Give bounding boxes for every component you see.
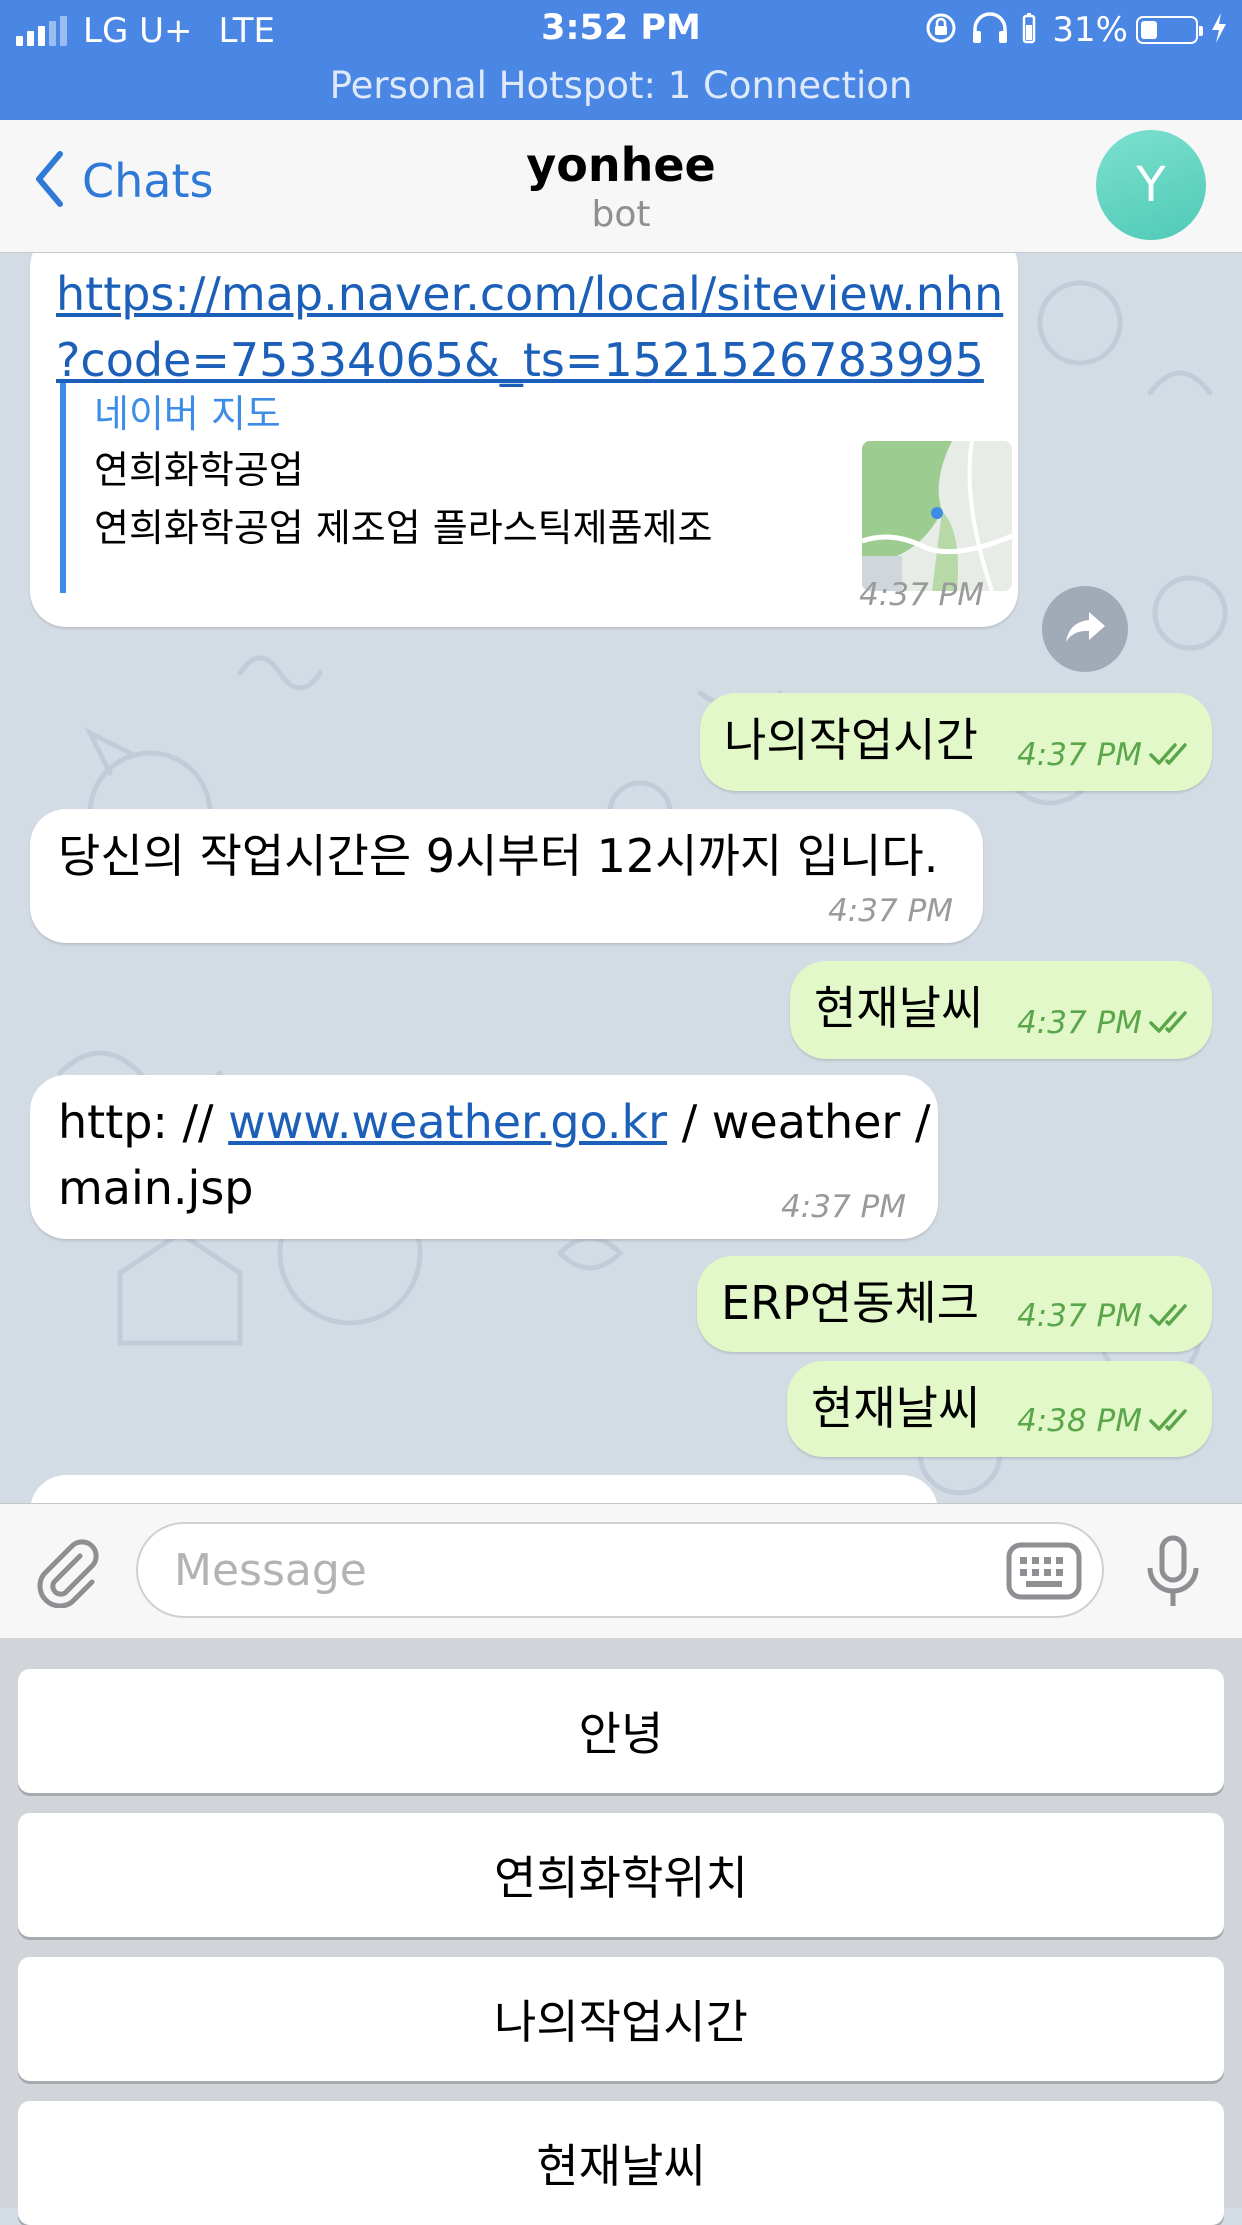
message-text: http: // [58, 1095, 214, 1149]
keyboard-button-hello[interactable]: 안녕 [18, 1669, 1224, 1793]
message-time: 4:37 PM [1017, 737, 1196, 775]
message-text: 현재날씨 [811, 1381, 981, 1435]
keyboard-button-location[interactable]: 연희화학위치 [18, 1813, 1224, 1937]
message-time: 4:37 PM [859, 577, 984, 613]
message-text: / weather / [681, 1095, 931, 1149]
double-check-icon [1148, 1405, 1196, 1441]
chat-history[interactable]: https://map.naver.com/local/siteview.nhn… [0, 253, 1242, 1503]
attach-button[interactable] [30, 1534, 104, 1612]
nav-bar: Chats yonhee bot Y [0, 120, 1242, 253]
message-bubble-outgoing[interactable]: ERP연동체크 4:37 PM [697, 1256, 1212, 1352]
message-time: 4:38 PM [1017, 1403, 1196, 1441]
hotspot-banner[interactable]: Personal Hotspot: 1 Connection [0, 64, 1242, 107]
battery-percentage: 31% [1052, 10, 1128, 50]
message-link[interactable]: www.weather.go.kr [228, 1095, 667, 1149]
message-bubble-outgoing[interactable]: 현재날씨 4:37 PM [790, 961, 1212, 1059]
message-bubble-outgoing[interactable]: 현재날씨 4:38 PM [787, 1361, 1212, 1457]
paperclip-icon [30, 1539, 104, 1612]
map-thumbnail[interactable] [862, 441, 1012, 591]
headphones-icon [970, 11, 1010, 49]
message-bubble-incoming[interactable] [30, 1475, 938, 1503]
message-time: 4:37 PM [828, 893, 953, 929]
message-time: 4:37 PM [781, 1189, 906, 1225]
orientation-lock-icon [924, 11, 958, 49]
message-time: 4:37 PM [1017, 1005, 1196, 1043]
message-text: ERP연동체크 [721, 1276, 980, 1330]
chat-title[interactable]: yonhee [0, 138, 1242, 192]
share-icon [1063, 608, 1107, 650]
double-check-icon [1148, 1300, 1196, 1336]
preview-site-name: 네이버 지도 [94, 392, 281, 436]
message-bubble-incoming[interactable]: 당신의 작업시간은 9시부터 12시까지 입니다. 4:37 PM [30, 809, 983, 943]
keyboard-toggle-button[interactable] [1006, 1542, 1082, 1604]
battery-icon [1136, 16, 1203, 44]
bluetooth-battery-icon [1022, 11, 1036, 49]
microphone-icon [1144, 1535, 1202, 1614]
message-link[interactable]: https://map.naver.com/local/siteview.nhn [56, 267, 1003, 321]
voice-record-button[interactable] [1144, 1534, 1202, 1614]
message-bubble-incoming[interactable]: https://map.naver.com/local/siteview.nhn… [30, 253, 1018, 627]
status-bar: LG U+ LTE 3:52 PM 31% Personal Hotspot: … [0, 0, 1242, 120]
preview-title: 연희화학공업 [94, 448, 304, 492]
bot-keyboard: 안녕 연희화학위치 나의작업시간 현재날씨 [0, 1638, 1242, 2225]
message-input-bar [0, 1503, 1242, 1639]
message-bubble-outgoing[interactable]: 나의작업시간 4:37 PM [700, 693, 1212, 791]
message-text: 당신의 작업시간은 9시부터 12시까지 입니다. [58, 829, 939, 883]
charging-bolt-icon [1210, 12, 1228, 48]
message-input[interactable] [136, 1522, 1104, 1618]
message-bubble-incoming[interactable]: http: // www.weather.go.kr / weather / m… [30, 1075, 938, 1239]
message-text: 나의작업시간 [724, 713, 978, 767]
double-check-icon [1148, 1007, 1196, 1043]
keyboard-button-weather[interactable]: 현재날씨 [18, 2101, 1224, 2225]
chat-subtitle: bot [591, 194, 651, 235]
message-link[interactable]: ?code=75334065&_ts=1521526783995 [56, 333, 984, 387]
keyboard-button-work-time[interactable]: 나의작업시간 [18, 1957, 1224, 2081]
message-text: main.jsp [58, 1161, 254, 1215]
double-check-icon [1148, 739, 1196, 775]
avatar[interactable]: Y [1096, 130, 1206, 240]
link-preview[interactable]: 네이버 지도 연희화학공업 연희화학공업 제조업 플라스틱제품제조 [60, 383, 1026, 593]
share-button[interactable] [1042, 586, 1128, 672]
preview-description: 연희화학공업 제조업 플라스틱제품제조 [94, 506, 713, 550]
message-text: 현재날씨 [814, 981, 984, 1035]
keyboard-icon [1006, 1542, 1082, 1604]
message-time: 4:37 PM [1017, 1298, 1196, 1336]
